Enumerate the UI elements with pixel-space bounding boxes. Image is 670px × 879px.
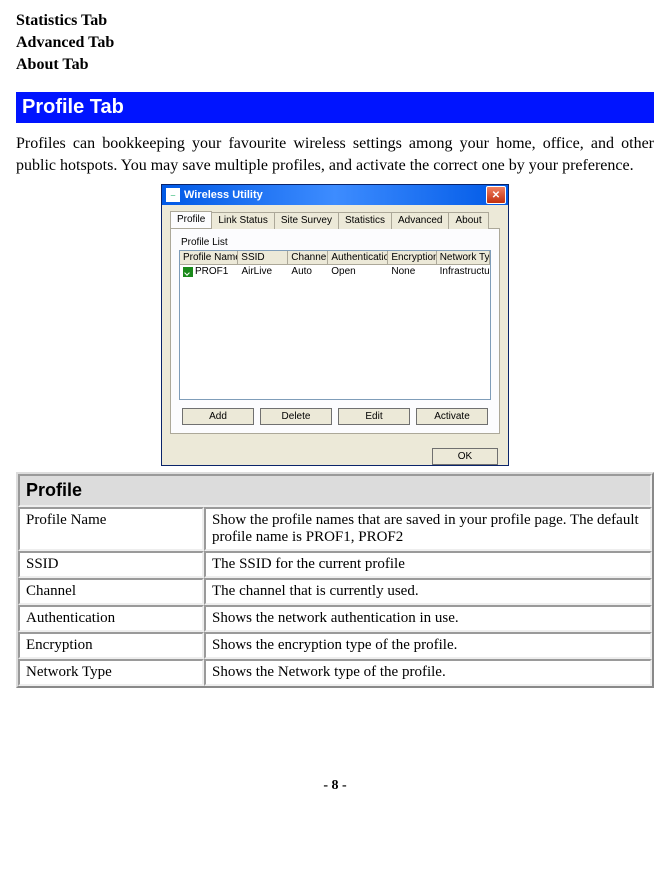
- desc-key: Profile Name: [18, 507, 204, 551]
- desc-key: Channel: [18, 578, 204, 605]
- profile-row[interactable]: PROF1 AirLive Auto Open None Infrastruct…: [180, 265, 490, 278]
- active-profile-icon: [183, 267, 193, 277]
- intro-paragraph: Profiles can bookkeeping your favourite …: [16, 133, 654, 176]
- desc-value: Shows the Network type of the profile.: [204, 659, 652, 686]
- table-section-header: Profile: [18, 474, 652, 507]
- tab-advanced[interactable]: Advanced: [391, 212, 449, 229]
- section-heading-profile-tab: Profile Tab: [16, 92, 654, 123]
- col-encryption[interactable]: Encryption: [388, 251, 436, 264]
- desc-key: SSID: [18, 551, 204, 578]
- desc-key: Network Type: [18, 659, 204, 686]
- edit-button[interactable]: Edit: [338, 408, 410, 425]
- tab-link-status[interactable]: Link Status: [211, 212, 274, 229]
- tab-strip: Profile Link Status Site Survey Statisti…: [170, 211, 500, 229]
- tab-site-survey[interactable]: Site Survey: [274, 212, 339, 229]
- cell-channel: Auto: [288, 265, 328, 278]
- cell-ssid: AirLive: [238, 265, 288, 278]
- desc-key: Authentication: [18, 605, 204, 632]
- table-row: Network TypeShows the Network type of th…: [18, 659, 652, 686]
- cell-nettype: Infrastructure: [437, 265, 490, 278]
- tab-profile[interactable]: Profile: [170, 211, 212, 228]
- desc-key: Encryption: [18, 632, 204, 659]
- cell-profile-name: PROF1: [195, 266, 228, 277]
- desc-value: Shows the network authentication in use.: [204, 605, 652, 632]
- add-button[interactable]: Add: [182, 408, 254, 425]
- col-ssid[interactable]: SSID: [238, 251, 288, 264]
- dialog-title: Wireless Utility: [184, 189, 486, 201]
- table-row: AuthenticationShows the network authenti…: [18, 605, 652, 632]
- col-authentication[interactable]: Authentication: [328, 251, 388, 264]
- cell-enc: None: [388, 265, 436, 278]
- cell-auth: Open: [328, 265, 388, 278]
- table-row: Profile NameShow the profile names that …: [18, 507, 652, 551]
- toc-item-advanced: Advanced Tab: [16, 34, 654, 52]
- table-row: SSIDThe SSID for the current profile: [18, 551, 652, 578]
- activate-button[interactable]: Activate: [416, 408, 488, 425]
- app-icon: ⎯: [166, 188, 180, 202]
- table-row: ChannelThe channel that is currently use…: [18, 578, 652, 605]
- profile-description-table: Profile Profile NameShow the profile nam…: [16, 472, 654, 688]
- col-channel[interactable]: Channel: [288, 251, 328, 264]
- table-row: EncryptionShows the encryption type of t…: [18, 632, 652, 659]
- delete-button[interactable]: Delete: [260, 408, 332, 425]
- toc-item-statistics: Statistics Tab: [16, 12, 654, 30]
- close-icon[interactable]: ✕: [486, 186, 506, 204]
- page-number: - 8 -: [16, 778, 654, 802]
- profile-list[interactable]: Profile Name SSID Channel Authentication…: [179, 250, 491, 400]
- ok-button[interactable]: OK: [432, 448, 498, 465]
- col-network-type[interactable]: Network Ty...: [437, 251, 490, 264]
- desc-value: The channel that is currently used.: [204, 578, 652, 605]
- wireless-utility-dialog: ⎯ Wireless Utility ✕ Profile Link Status…: [161, 184, 509, 466]
- desc-value: Show the profile names that are saved in…: [204, 507, 652, 551]
- tab-about[interactable]: About: [448, 212, 488, 229]
- col-profile-name[interactable]: Profile Name: [180, 251, 238, 264]
- desc-value: Shows the encryption type of the profile…: [204, 632, 652, 659]
- desc-value: The SSID for the current profile: [204, 551, 652, 578]
- tab-statistics[interactable]: Statistics: [338, 212, 392, 229]
- toc-item-about: About Tab: [16, 56, 654, 74]
- groupbox-label: Profile List: [181, 237, 491, 248]
